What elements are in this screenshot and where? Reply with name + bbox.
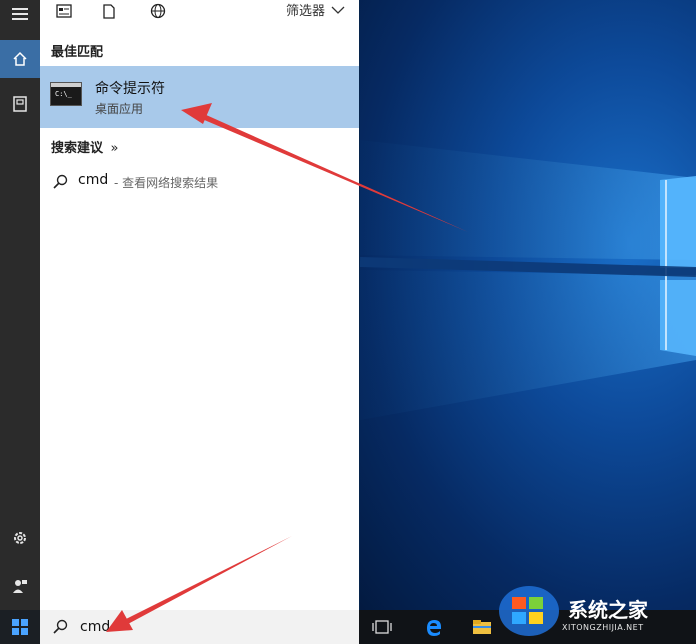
arrow-to-best-match — [181, 103, 468, 232]
annotation-arrows — [106, 103, 468, 632]
arrow-to-search-box — [106, 536, 292, 632]
